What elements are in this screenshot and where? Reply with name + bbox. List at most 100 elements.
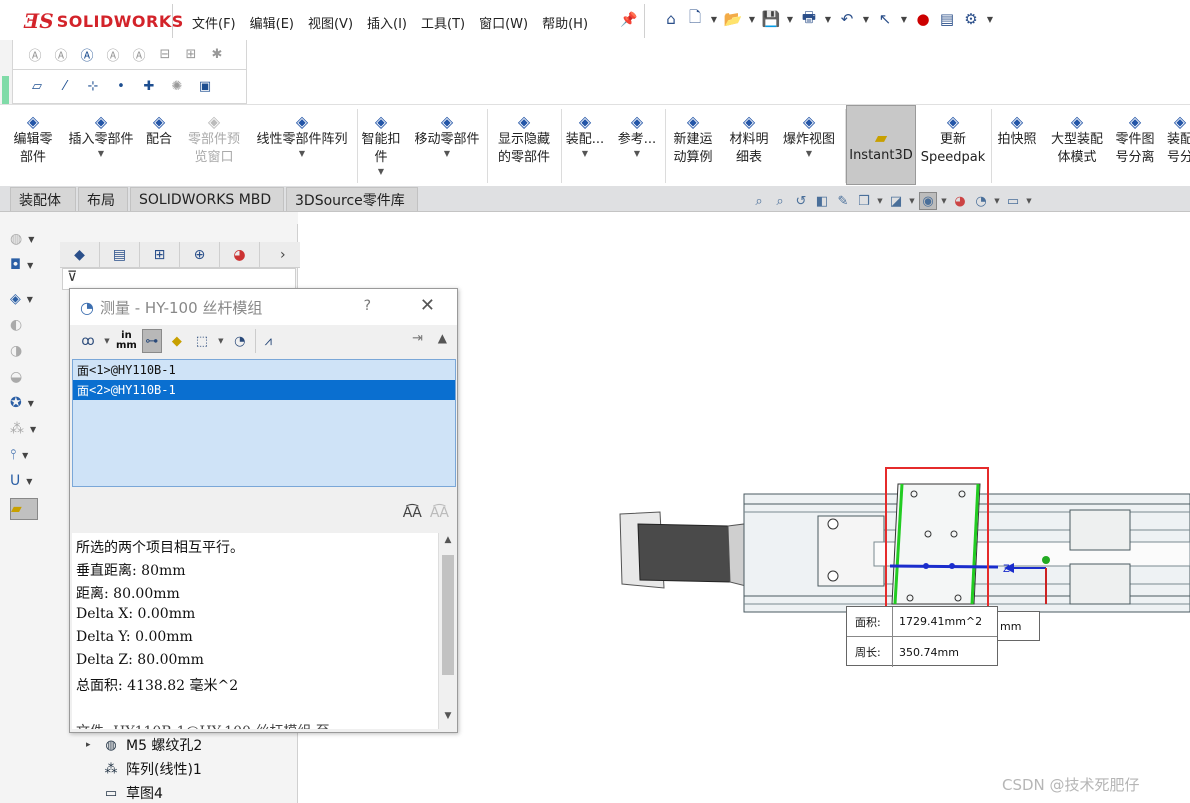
instant3d-tool[interactable]: ▰: [10, 498, 38, 520]
pane-resize-handle[interactable]: [0, 212, 298, 224]
command-component-preview[interactable]: ◈ 零部件预 览窗口: [180, 109, 248, 183]
command-large-assembly[interactable]: ◈ 大型装配 体模式: [1044, 109, 1110, 183]
plane-icon[interactable]: ▱: [27, 77, 47, 97]
increase-font-icon[interactable]: A͡A: [403, 505, 422, 521]
tab-1[interactable]: 布局: [78, 187, 128, 211]
assembly-tool-7[interactable]: ✪ ▼: [10, 392, 60, 414]
traffic-light-icon[interactable]: ●: [913, 8, 933, 30]
assembly-tool-10[interactable]: ᑌ ▼: [10, 470, 60, 492]
tree-filter[interactable]: ⊽: [62, 268, 296, 290]
chevron-down-icon[interactable]: ▼: [876, 192, 884, 210]
menu-item[interactable]: 帮助(H): [536, 10, 594, 35]
chevron-down-icon[interactable]: ▼: [993, 192, 1001, 210]
tree-item[interactable]: ▸ ◍ M5 螺纹孔2: [86, 733, 296, 757]
chevron-down-icon[interactable]: ▼: [103, 329, 111, 353]
mate-reference-icon[interactable]: ✚: [139, 77, 159, 97]
projection-icon[interactable]: ⬚: [192, 329, 212, 353]
assembly-tool-5[interactable]: ◑: [10, 340, 60, 362]
decrease-font-icon[interactable]: A͡A: [430, 505, 449, 521]
weld-symbol-icon[interactable]: Ⓐ: [129, 45, 149, 65]
scroll-thumb[interactable]: [442, 555, 454, 675]
tab-0[interactable]: 装配体: [10, 187, 76, 211]
measure-history-icon[interactable]: ◔: [230, 329, 250, 353]
arc-circle-measure-icon[interactable]: ꝏ: [78, 329, 98, 353]
tree-item[interactable]: ⁂ 阵列(线性)1: [86, 757, 296, 781]
chevron-down-icon[interactable]: ▼: [30, 425, 36, 434]
axis-icon[interactable]: ⁄: [55, 77, 75, 97]
selection-item-2[interactable]: 面 <2>@HY110B-1: [73, 380, 455, 400]
new-document-icon[interactable]: 🗋: [685, 8, 705, 30]
chevron-down-icon[interactable]: ▼: [22, 451, 28, 460]
chevron-down-icon[interactable]: ▼: [28, 399, 34, 408]
chevron-down-icon[interactable]: ▼: [908, 192, 916, 210]
point-icon[interactable]: •: [111, 77, 131, 97]
tab-2[interactable]: SOLIDWORKS MBD: [130, 187, 284, 211]
chevron-down-icon[interactable]: ▼: [634, 149, 640, 159]
view-settings-icon[interactable]: ▭: [1004, 192, 1022, 210]
chevron-down-icon[interactable]: ▼: [98, 149, 104, 159]
dimxpert-icon[interactable]: ⊕: [180, 241, 220, 268]
command-motion-study[interactable]: ◈ 新建运 动算例: [666, 109, 720, 183]
create-sensor-icon[interactable]: ⩘: [254, 329, 275, 353]
menu-item[interactable]: 工具(T): [415, 10, 471, 35]
expand-toggle-icon[interactable]: ▸: [86, 740, 96, 750]
command-bom[interactable]: ◈ 材料明 细表: [722, 109, 776, 183]
command-mate[interactable]: ◈ 配合: [140, 109, 178, 183]
command-reference-geometry[interactable]: ◈ 参考... ▼: [612, 109, 662, 183]
command-show-hidden[interactable]: ◈ 显示隐藏 的零部件: [490, 109, 558, 183]
help-button[interactable]: ?: [364, 298, 371, 314]
balloon-icon[interactable]: Ⓐ: [51, 45, 71, 65]
datum-icon[interactable]: ⊟: [155, 45, 175, 65]
zoom-to-area-icon[interactable]: ⌕: [771, 192, 789, 210]
bounding-box-icon[interactable]: ▣: [195, 77, 215, 97]
assembly-tool-3[interactable]: ◈ ▼: [10, 288, 60, 310]
surface-finish-icon[interactable]: Ⓐ: [103, 45, 123, 65]
show-xyz-icon[interactable]: ⊶: [141, 329, 162, 353]
close-icon[interactable]: ✕: [420, 295, 435, 316]
chevron-down-icon[interactable]: ▼: [985, 8, 995, 30]
selection-item-1[interactable]: 面 <1>@HY110B-1: [73, 360, 455, 380]
assembly-tool-6[interactable]: ◒: [10, 366, 60, 388]
zoom-to-fit-icon[interactable]: ⌕: [750, 192, 768, 210]
apply-scene-icon[interactable]: ◔: [972, 192, 990, 210]
pin-icon[interactable]: ⇥: [412, 331, 423, 346]
solidworks-logo[interactable]: ƎS SOLIDWORKS: [24, 8, 184, 34]
chevron-down-icon[interactable]: ▼: [806, 149, 812, 159]
command-move-component[interactable]: ◈ 移动零部件 ▼: [410, 109, 484, 183]
chevron-down-icon[interactable]: ▼: [785, 8, 795, 30]
select-arrow-icon[interactable]: ↖: [875, 8, 895, 30]
pin-menu-icon[interactable]: 📌: [620, 12, 637, 28]
display-style-icon[interactable]: ◪: [887, 192, 905, 210]
undo-icon[interactable]: ↶: [837, 8, 857, 30]
chevron-down-icon[interactable]: ▼: [582, 149, 588, 159]
command-snapshot[interactable]: ◈ 拍快照: [990, 109, 1044, 183]
menu-item[interactable]: 视图(V): [302, 10, 359, 35]
command-smart-fastener[interactable]: ◈ 智能扣 件 ▼: [356, 109, 406, 183]
view-orientation-icon[interactable]: ❒: [855, 192, 873, 210]
command-assembly-features[interactable]: ◈ 装配... ▼: [560, 109, 610, 183]
menu-item[interactable]: 编辑(E): [244, 10, 300, 35]
text-note-icon[interactable]: Ⓐ: [25, 45, 45, 65]
home-icon[interactable]: ⌂: [661, 8, 681, 30]
scroll-down-icon[interactable]: ▼: [439, 711, 457, 727]
featuremanager-tree-icon[interactable]: ◆: [60, 241, 100, 268]
selection-list[interactable]: 面 <1>@HY110B-1 面 <2>@HY110B-1: [72, 359, 456, 487]
units-precision-button[interactable]: in mm: [116, 329, 137, 353]
hide-show-items-icon[interactable]: ◉: [919, 192, 937, 210]
dynamic-annotation-icon[interactable]: ✎: [834, 192, 852, 210]
chevron-down-icon[interactable]: ▼: [26, 477, 32, 486]
previous-view-icon[interactable]: ↺: [792, 192, 810, 210]
results-scrollbar[interactable]: ▲ ▼: [438, 533, 456, 729]
chevron-down-icon[interactable]: ▼: [861, 8, 871, 30]
assembly-tool-4[interactable]: ◐: [10, 314, 60, 336]
assembly-tool-2[interactable]: ◘ ▼: [10, 254, 60, 276]
chevron-down-icon[interactable]: ▼: [709, 8, 719, 30]
save-icon[interactable]: 💾: [761, 8, 781, 30]
gear-icon[interactable]: ⚙: [961, 8, 981, 30]
print-icon[interactable]: 🖶: [799, 8, 819, 30]
command-speedpak[interactable]: ◈ 更新 Speedpak: [918, 109, 988, 183]
center-mark-icon[interactable]: ✱: [207, 45, 227, 65]
chevron-down-icon[interactable]: ▼: [747, 8, 757, 30]
center-of-mass-icon[interactable]: ✺: [167, 77, 187, 97]
section-view-icon[interactable]: ◧: [813, 192, 831, 210]
